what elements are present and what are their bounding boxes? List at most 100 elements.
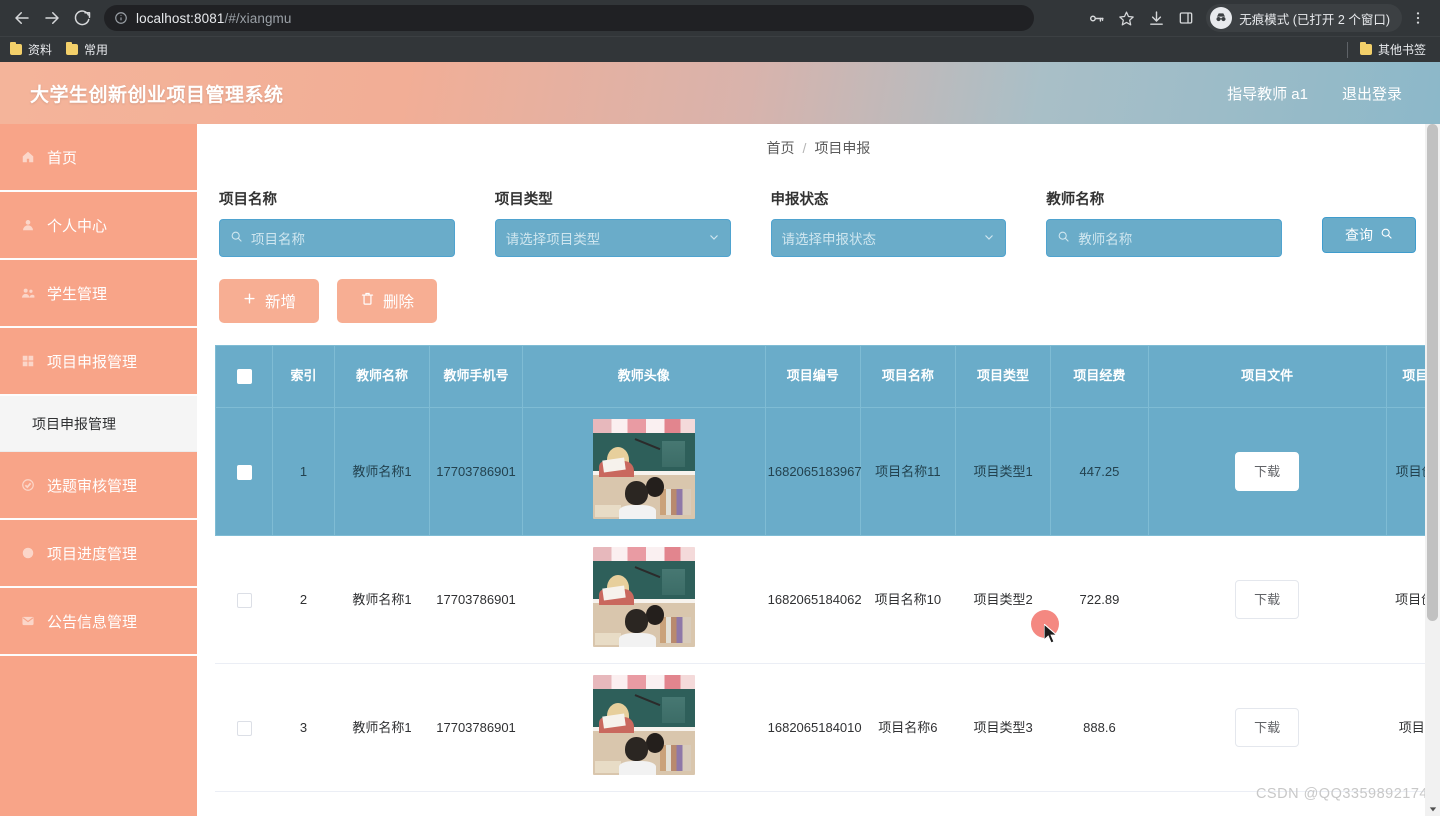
cell-project-name: 项目名称11 bbox=[859, 407, 956, 536]
col-index: 索引 bbox=[272, 345, 335, 408]
back-arrow-icon[interactable] bbox=[8, 4, 36, 32]
other-bookmarks-button[interactable]: 其他书签 bbox=[1359, 41, 1426, 58]
plus-icon bbox=[242, 291, 257, 311]
sidebar-item-label: 公告信息管理 bbox=[47, 613, 138, 631]
breadcrumb-separator: / bbox=[802, 140, 807, 156]
row-checkbox[interactable] bbox=[236, 720, 252, 736]
reload-icon[interactable] bbox=[68, 4, 96, 32]
download-button[interactable]: 下载 bbox=[1235, 451, 1300, 492]
select-all-checkbox[interactable] bbox=[236, 369, 252, 385]
cell-project-type: 项目类型2 bbox=[955, 535, 1051, 664]
search-input-project-name[interactable]: 项目名称 bbox=[219, 219, 455, 257]
side-panel-icon[interactable] bbox=[1172, 4, 1200, 32]
cell-project-name: 项目名称6 bbox=[860, 663, 956, 792]
field-label: 项目类型 bbox=[494, 192, 553, 208]
sidebar-item-profile[interactable]: 个人中心 bbox=[0, 192, 197, 260]
col-project-no: 项目编号 bbox=[764, 345, 861, 408]
cell-project-file: 下载 bbox=[1147, 407, 1387, 536]
three-dot-menu-icon[interactable] bbox=[1404, 4, 1432, 32]
row-select-cell[interactable] bbox=[215, 535, 273, 664]
placeholder-text: 项目名称 bbox=[251, 232, 305, 247]
bookmark-item-1[interactable]: 常用 bbox=[66, 41, 108, 58]
delete-button[interactable]: 删除 bbox=[337, 279, 437, 323]
folder-icon bbox=[66, 42, 79, 55]
sidebar-item-project-declaration[interactable]: 项目申报管理 bbox=[0, 328, 197, 396]
sidebar-item-label: 首页 bbox=[47, 149, 78, 167]
grid-icon bbox=[20, 354, 35, 369]
table-row[interactable]: 2 教师名称1 17703786901 1682065184062 项目名称10… bbox=[215, 535, 1440, 664]
breadcrumb-current: 项目申报 bbox=[814, 140, 871, 156]
app-header: 大学生创新创业项目管理系统 指导教师 a1 退出登录 bbox=[0, 62, 1440, 124]
avatar bbox=[592, 546, 695, 647]
bookmark-item-0[interactable]: 资料 bbox=[10, 41, 52, 58]
placeholder-text: 请选择项目类型 bbox=[505, 232, 601, 247]
select-declaration-status[interactable]: 请选择申报状态 bbox=[770, 219, 1007, 257]
bookmark-star-icon[interactable] bbox=[1112, 4, 1140, 32]
incognito-icon bbox=[1210, 7, 1233, 29]
add-button[interactable]: 新增 bbox=[219, 279, 319, 323]
page-title: 大学生创新创业项目管理系统 bbox=[30, 84, 284, 106]
download-button[interactable]: 下载 bbox=[1235, 707, 1300, 748]
current-user-label[interactable]: 指导教师 a1 bbox=[1227, 83, 1308, 104]
select-project-type[interactable]: 请选择项目类型 bbox=[494, 219, 731, 257]
logout-button[interactable]: 退出登录 bbox=[1342, 83, 1402, 104]
row-select-cell[interactable] bbox=[214, 407, 274, 536]
forward-arrow-icon[interactable] bbox=[38, 4, 66, 32]
home-icon bbox=[20, 150, 35, 165]
download-button[interactable]: 下载 bbox=[1235, 579, 1300, 620]
cell-project-no: 1682065184062 bbox=[765, 535, 862, 664]
search-icon bbox=[1380, 227, 1393, 243]
sidebar-subitem-project-declaration[interactable]: 项目申报管理 bbox=[0, 396, 197, 452]
incognito-indicator[interactable]: 无痕模式 (已打开 2 个窗口) bbox=[1206, 4, 1402, 32]
sidebar-item-topic-review[interactable]: 选题审核管理 bbox=[0, 452, 197, 520]
main-content: 首页 / 项目申报 项目名称 项目名称 项目类型 请选择项目类型 申报状态 请选… bbox=[197, 124, 1440, 816]
scrollbar-thumb[interactable] bbox=[1427, 124, 1438, 621]
cell-index: 2 bbox=[272, 535, 335, 664]
site-info-icon[interactable] bbox=[114, 11, 128, 25]
sidebar-item-announcements[interactable]: 公告信息管理 bbox=[0, 588, 197, 656]
search-button[interactable]: 查询 bbox=[1322, 217, 1416, 253]
sidebar-subitem-label: 项目申报管理 bbox=[32, 415, 116, 432]
field-label: 项目名称 bbox=[219, 192, 277, 208]
search-input-teacher-name[interactable]: 教师名称 bbox=[1046, 219, 1282, 257]
row-checkbox[interactable] bbox=[236, 592, 252, 608]
cell-teacher-name: 教师名称1 bbox=[333, 407, 431, 536]
cell-teacher-name: 教师名称1 bbox=[334, 535, 430, 664]
avatar bbox=[592, 674, 695, 775]
sidebar-item-students[interactable]: 学生管理 bbox=[0, 260, 197, 328]
breadcrumb-home[interactable]: 首页 bbox=[767, 138, 795, 158]
row-checkbox[interactable] bbox=[236, 464, 252, 480]
project-table: 索引 教师名称 教师手机号 教师头像 项目编号 项目名称 项目类型 项目经费 项… bbox=[214, 345, 1440, 792]
cell-teacher-phone: 17703786901 bbox=[429, 663, 523, 792]
trash-icon bbox=[360, 291, 375, 311]
table-row[interactable]: 1 教师名称1 17703786901 1682065183967 项目名称11… bbox=[214, 407, 1440, 536]
field-teacher-name: 教师名称 教师名称 bbox=[1046, 188, 1282, 257]
bookmark-label: 资料 bbox=[28, 43, 53, 57]
placeholder-text: 教师名称 bbox=[1078, 232, 1133, 247]
address-bar[interactable]: localhost:8081/#/xiangmu bbox=[104, 5, 1034, 31]
table-row[interactable]: 3 教师名称1 17703786901 1682065184010 项目名称6 … bbox=[215, 663, 1440, 792]
bookmarks-bar: 资料 常用 其他书签 bbox=[0, 36, 1440, 62]
cell-project-type: 项目类型3 bbox=[955, 663, 1051, 792]
chevron-down-icon bbox=[983, 231, 995, 246]
bookmark-label: 常用 bbox=[84, 43, 109, 57]
other-bookmarks-group: 其他书签 bbox=[1346, 41, 1430, 58]
cell-project-type: 项目类型1 bbox=[954, 407, 1052, 536]
col-teacher-name: 教师名称 bbox=[333, 345, 431, 408]
select-all-header[interactable] bbox=[214, 345, 274, 408]
page-scrollbar[interactable] bbox=[1425, 124, 1440, 816]
sidebar-item-label: 项目进度管理 bbox=[47, 545, 138, 563]
browser-toolbar: localhost:8081/#/xiangmu 无痕模式 (已打开 2 个窗口… bbox=[0, 0, 1440, 36]
sidebar-item-project-progress[interactable]: 项目进度管理 bbox=[0, 520, 197, 588]
row-select-cell[interactable] bbox=[215, 663, 273, 792]
cell-budget: 722.89 bbox=[1050, 535, 1149, 664]
download-icon[interactable] bbox=[1142, 4, 1170, 32]
url-text: localhost:8081/#/xiangmu bbox=[136, 10, 292, 26]
other-bookmarks-label: 其他书签 bbox=[1377, 43, 1426, 57]
sidebar-item-home[interactable]: 首页 bbox=[0, 124, 197, 192]
scroll-down-arrow-icon[interactable] bbox=[1425, 801, 1440, 816]
cell-teacher-phone: 17703786901 bbox=[429, 407, 523, 536]
password-key-icon[interactable] bbox=[1082, 4, 1110, 32]
sidebar-item-label: 个人中心 bbox=[47, 217, 108, 235]
cell-project-name: 项目名称10 bbox=[860, 535, 956, 664]
